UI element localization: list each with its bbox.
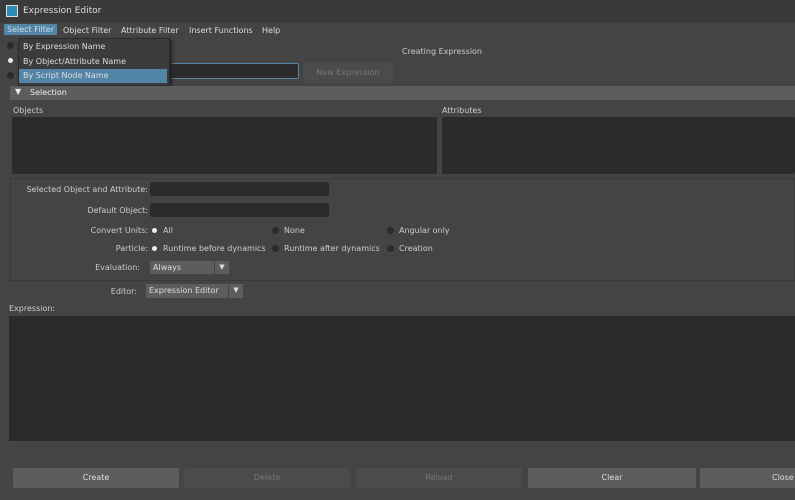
selected-object-field[interactable] xyxy=(150,182,329,196)
editor-label: Editor: xyxy=(110,287,137,296)
menu-item-by-object-attribute-name[interactable]: By Object/Attribute Name xyxy=(19,55,167,69)
select-filter-dropdown: By Expression Name By Object/Attribute N… xyxy=(18,38,170,86)
attributes-list[interactable] xyxy=(442,117,795,174)
chevron-down-icon: ▼ xyxy=(228,284,243,298)
create-button[interactable]: Create xyxy=(13,468,179,488)
editor-dropdown[interactable]: Expression Editor ▼ xyxy=(146,284,243,298)
objects-list[interactable] xyxy=(12,117,437,174)
particle-before-radio[interactable] xyxy=(152,246,157,251)
menu-object-filter[interactable]: Object Filter xyxy=(63,26,111,35)
window-title: Expression Editor xyxy=(23,6,102,16)
convert-units-label: Convert Units: xyxy=(90,226,148,235)
convert-all-radio[interactable] xyxy=(152,228,157,233)
particle-creation-radio[interactable] xyxy=(387,245,394,252)
editor-value: Expression Editor xyxy=(149,286,219,295)
radio-bg-1[interactable] xyxy=(7,42,14,49)
status-text: Creating Expression xyxy=(402,47,482,56)
close-button[interactable]: Close xyxy=(700,468,795,488)
title-bar: Expression Editor xyxy=(0,0,795,23)
chevron-down-icon: ▼ xyxy=(214,261,229,274)
radio-bg-3[interactable] xyxy=(7,72,14,79)
menu-insert-functions[interactable]: Insert Functions xyxy=(189,26,253,35)
selected-object-label: Selected Object and Attribute: xyxy=(26,185,148,194)
particle-label: Particle: xyxy=(115,244,148,253)
expression-name-input[interactable] xyxy=(160,63,299,79)
evaluation-value: Always xyxy=(153,263,182,272)
attributes-label: Attributes xyxy=(442,106,482,115)
section-title: Selection xyxy=(30,88,67,97)
objects-label: Objects xyxy=(13,106,44,115)
radio-bg-2[interactable] xyxy=(8,58,13,63)
particle-creation-label: Creation xyxy=(399,244,433,253)
particle-after-radio[interactable] xyxy=(272,245,279,252)
menu-select-filter[interactable]: Select Filter xyxy=(4,24,58,35)
delete-button[interactable]: Delete xyxy=(184,468,350,488)
expression-label: Expression: xyxy=(9,304,56,313)
evaluation-label: Evaluation: xyxy=(95,263,140,272)
selection-section-header[interactable]: ▼ Selection xyxy=(10,86,795,100)
default-object-field[interactable] xyxy=(150,203,329,217)
menu-item-by-expression-name[interactable]: By Expression Name xyxy=(19,40,167,54)
convert-none-radio[interactable] xyxy=(272,227,279,234)
menu-item-by-script-node-name[interactable]: By Script Node Name xyxy=(19,69,167,83)
reload-button[interactable]: Reload xyxy=(356,468,522,488)
app-logo-icon xyxy=(6,5,18,17)
particle-after-label: Runtime after dynamics xyxy=(284,244,380,253)
evaluation-dropdown[interactable]: Always ▼ xyxy=(150,261,229,274)
default-object-label: Default Object: xyxy=(87,206,148,215)
convert-none-label: None xyxy=(284,226,305,235)
convert-angular-label: Angular only xyxy=(399,226,450,235)
menu-help[interactable]: Help xyxy=(262,26,280,35)
menu-bar xyxy=(0,23,795,38)
expression-textarea[interactable] xyxy=(9,316,795,441)
particle-before-label: Runtime before dynamics xyxy=(163,244,266,253)
menu-attribute-filter[interactable]: Attribute Filter xyxy=(121,26,179,35)
new-expression-button[interactable]: New Expression xyxy=(303,63,393,83)
convert-all-label: All xyxy=(163,226,173,235)
collapse-triangle-icon: ▼ xyxy=(15,87,22,96)
convert-angular-radio[interactable] xyxy=(387,227,394,234)
clear-button[interactable]: Clear xyxy=(528,468,696,488)
